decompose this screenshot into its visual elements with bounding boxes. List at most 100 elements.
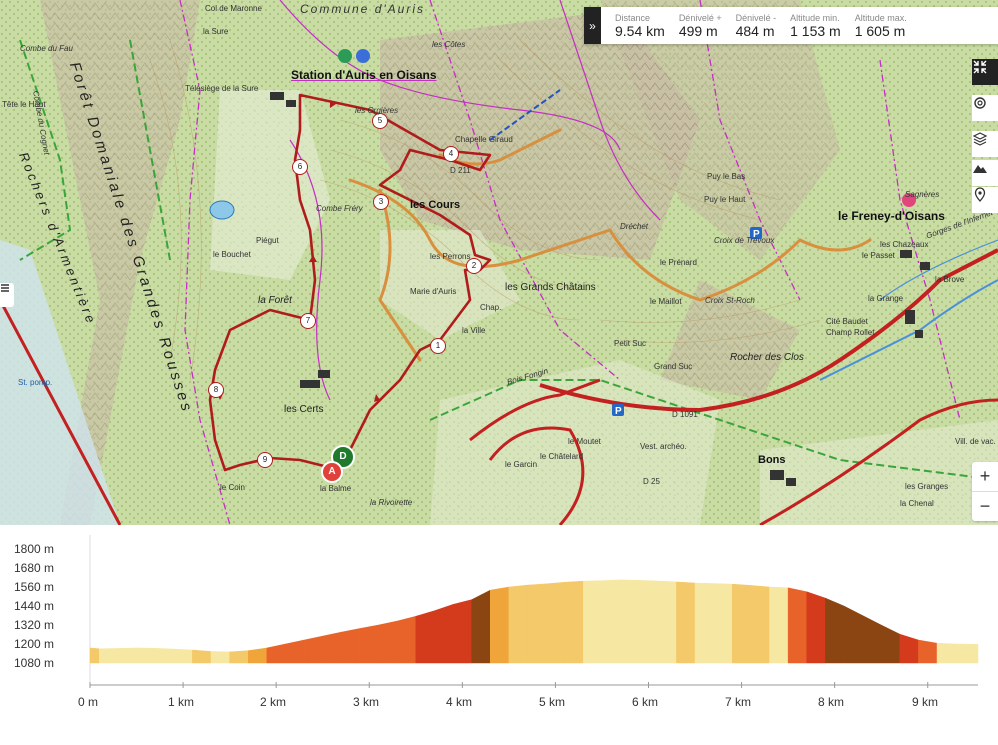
topographic-map[interactable]: P P 1 2 3 4 5 6 7 8 9 D A Commune d'Auri…: [0, 0, 998, 525]
map-label: les Côtes: [432, 40, 466, 49]
elevation-segment: [936, 642, 956, 664]
elevation-segment: [89, 647, 100, 664]
x-tick-label: 0 m: [78, 695, 99, 709]
elevation-segment: [154, 648, 175, 664]
map-label: Cité Baudet: [826, 317, 868, 326]
elevation-segment: [787, 587, 807, 664]
x-tick-label: 7 km: [725, 695, 752, 709]
map-label: les Perrons: [430, 252, 471, 261]
fullscreen-toggle-button[interactable]: [972, 59, 998, 85]
map-label: Rocher des Clos: [730, 352, 804, 363]
map-label: Croix St-Roch: [705, 296, 755, 305]
location-button[interactable]: [972, 187, 998, 213]
route-stats-bar: » Distance 9.54 km Dénivelé + 499 m Déni…: [584, 7, 998, 44]
map-label: les Orgières: [355, 106, 399, 115]
settings-button[interactable]: [972, 95, 998, 121]
elevation-segment: [396, 615, 417, 664]
x-tick-label: 2 km: [260, 695, 287, 709]
map-label: Bons: [758, 454, 786, 466]
collapse-icon[interactable]: »: [584, 7, 601, 44]
map-label: les Chazeaux: [880, 240, 929, 249]
route-waypoint[interactable]: 9: [257, 452, 273, 468]
route-waypoint[interactable]: 7: [300, 313, 316, 329]
elevation-segment: [434, 604, 454, 664]
elevation-segment: [229, 650, 249, 664]
elevation-segment: [583, 580, 603, 664]
map-label: Chapelle Giraud: [455, 135, 513, 144]
map-label: la Balme: [320, 484, 352, 493]
map-label-road: D 25: [643, 477, 660, 486]
stat-elevation-loss: Dénivelé - 484 m: [722, 13, 777, 39]
elevation-segment: [750, 585, 770, 664]
map-label: la Grange: [868, 294, 904, 303]
map-canvas: P P: [0, 0, 998, 525]
stat-value: 9.54 km: [615, 22, 665, 39]
map-label: Chap.: [480, 303, 502, 312]
settings-icon: [974, 97, 986, 109]
elevation-segment: [862, 615, 882, 664]
zoom-out-icon[interactable]: −: [972, 492, 998, 521]
route-waypoint[interactable]: 5: [372, 113, 388, 129]
x-tick-label: 8 km: [818, 695, 845, 709]
map-label: St. pomp.: [18, 378, 53, 387]
route-waypoint[interactable]: 1: [430, 338, 446, 354]
elevation-segment: [341, 628, 361, 664]
elevation-segment: [843, 605, 863, 664]
stat-elevation-gain: Dénivelé + 499 m: [665, 13, 722, 39]
stat-label: Altitude min.: [790, 12, 840, 23]
map-label: Petit Suc: [614, 339, 647, 348]
map-label: la Sure: [203, 27, 229, 36]
zoom-in-icon[interactable]: +: [972, 462, 998, 492]
elevation-segment: [676, 581, 696, 664]
elevation-segment: [545, 581, 565, 664]
layers-button[interactable]: [972, 131, 998, 157]
map-label: le Garcin: [505, 460, 538, 469]
stat-label: Altitude max.: [854, 12, 907, 23]
route-waypoint[interactable]: 6: [292, 159, 308, 175]
elevation-segment: [899, 633, 919, 664]
x-tick-label: 4 km: [446, 695, 473, 709]
map-label: la Forêt: [258, 295, 292, 306]
layers-icon: [972, 132, 988, 146]
elevation-segment: [918, 639, 938, 664]
map-label-road: D 211: [450, 166, 471, 175]
map-label: Col de Maronne: [205, 4, 262, 13]
elevation-segment: [247, 647, 268, 664]
map-label: Croix de Trévoux: [714, 236, 775, 245]
stat-label: Distance: [615, 12, 651, 23]
menu-icon[interactable]: [0, 283, 14, 307]
elevation-profile[interactable]: 1800 m 1680 m 1560 m 1440 m 1320 m 1200 …: [0, 525, 998, 745]
elevation-segment: [527, 583, 547, 664]
map-label-road: D 1091: [672, 410, 698, 419]
map-label: Puy le Haut: [704, 195, 746, 204]
elevation-segment: [490, 586, 510, 664]
stat-label: Dénivelé +: [678, 12, 722, 23]
map-label: Vill. de vac.: [955, 437, 996, 446]
map-label: le Passet: [862, 251, 895, 260]
terrain-button[interactable]: [972, 160, 998, 186]
pin-icon: [974, 187, 986, 202]
route-waypoint[interactable]: 4: [443, 146, 459, 162]
elevation-segment: [378, 620, 398, 664]
map-label: la Rivoirette: [370, 498, 413, 507]
elevation-segment: [620, 579, 640, 664]
route-waypoint[interactable]: 8: [208, 382, 224, 398]
start-marker[interactable]: A: [321, 461, 343, 483]
stat-label: Dénivelé -: [735, 12, 777, 23]
stat-value: 1 153 m: [790, 22, 841, 39]
elevation-segment: [266, 643, 286, 664]
map-label: Grand Suc: [654, 362, 693, 371]
map-label: les Cours: [410, 199, 461, 211]
elevation-segment: [806, 591, 826, 664]
elevation-segment: [173, 648, 193, 664]
elevation-segment: [713, 583, 733, 664]
map-label: Télésiège de la Sure: [185, 84, 259, 93]
map-label: le Maillot: [650, 297, 682, 306]
collapse-arrows-icon: [973, 60, 987, 74]
map-label: Puy le Bas: [707, 172, 746, 181]
elevation-segment: [99, 648, 119, 664]
map-label: le Châtelard: [540, 452, 584, 461]
map-label: le Bouchet: [213, 250, 251, 259]
route-waypoint[interactable]: 3: [373, 194, 389, 210]
stat-altitude-min: Altitude min. 1 153 m: [776, 13, 841, 39]
